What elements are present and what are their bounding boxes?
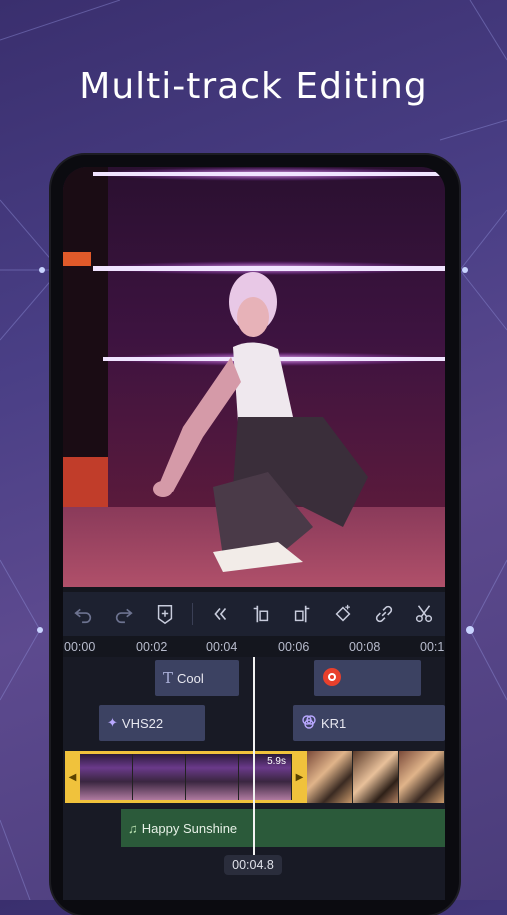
cut-icon[interactable] [410, 600, 438, 628]
selected-video-clip[interactable]: 5.9s [80, 751, 292, 803]
video-frame [133, 754, 186, 800]
edit-toolbar [63, 592, 445, 636]
filter-icon [301, 714, 317, 733]
video-frame [307, 751, 353, 803]
undo-icon[interactable] [69, 600, 97, 628]
split-end-icon[interactable] [288, 600, 316, 628]
headline: Multi-track Editing [79, 66, 428, 107]
filter-clip[interactable]: KR1 [293, 705, 445, 741]
sticker-icon [322, 667, 342, 690]
next-video-clip[interactable] [307, 751, 445, 803]
filter-clip-label: KR1 [321, 715, 347, 731]
sparkle-icon: ✦ [107, 715, 118, 730]
video-frame [353, 751, 399, 803]
ruler-tick: 00:04 [206, 640, 238, 654]
video-track[interactable]: ◀ 5.9s ▶ [65, 751, 445, 803]
playhead-time: 00:04.8 [224, 855, 282, 875]
link-icon[interactable] [370, 600, 398, 628]
video-frame [186, 754, 239, 800]
trim-handle-right[interactable]: ▶ [292, 751, 307, 803]
video-frame [399, 751, 445, 803]
music-note-icon: ♫ [128, 820, 138, 836]
ruler-tick: 00:06 [278, 640, 310, 654]
split-start-icon[interactable] [247, 600, 275, 628]
text-clip-label: Cool [177, 670, 204, 686]
effect-clip-label: VHS22 [121, 715, 164, 731]
clip-duration: 5.9s [267, 756, 286, 767]
ruler-tick: 00:02 [136, 640, 168, 654]
redo-icon[interactable] [110, 600, 138, 628]
editor-screen: 00:00 00:02 00:04 00:06 00:08 00:1 T Coo… [63, 167, 445, 900]
ruler-tick: 00:00 [64, 640, 96, 654]
keyframe-icon[interactable] [329, 600, 357, 628]
playhead[interactable] [253, 657, 255, 867]
audio-clip[interactable]: ♫ Happy Sunshine [121, 809, 445, 847]
text-icon: T [163, 669, 174, 687]
add-keyframe-icon[interactable] [151, 600, 179, 628]
effect-clip[interactable]: ✦ VHS22 [99, 705, 205, 741]
video-frame [80, 754, 133, 800]
ruler-tick: 00:1 [420, 640, 445, 654]
ruler-tick: 00:08 [349, 640, 381, 654]
audio-clip-label: Happy Sunshine [141, 820, 238, 836]
toolbar-divider [192, 603, 194, 625]
timeline[interactable]: T Cool ✦ VHS22 KR1 ◀ 5.9s ▶ ♫ Happy Suns… [63, 657, 445, 900]
text-clip[interactable]: T Cool [155, 660, 239, 696]
time-ruler[interactable]: 00:00 00:02 00:04 00:06 00:08 00:1 [63, 637, 445, 659]
video-preview[interactable] [63, 167, 445, 587]
trim-handle-left[interactable]: ◀ [65, 751, 80, 803]
collapse-icon[interactable] [206, 600, 234, 628]
sticker-clip[interactable] [314, 660, 421, 696]
